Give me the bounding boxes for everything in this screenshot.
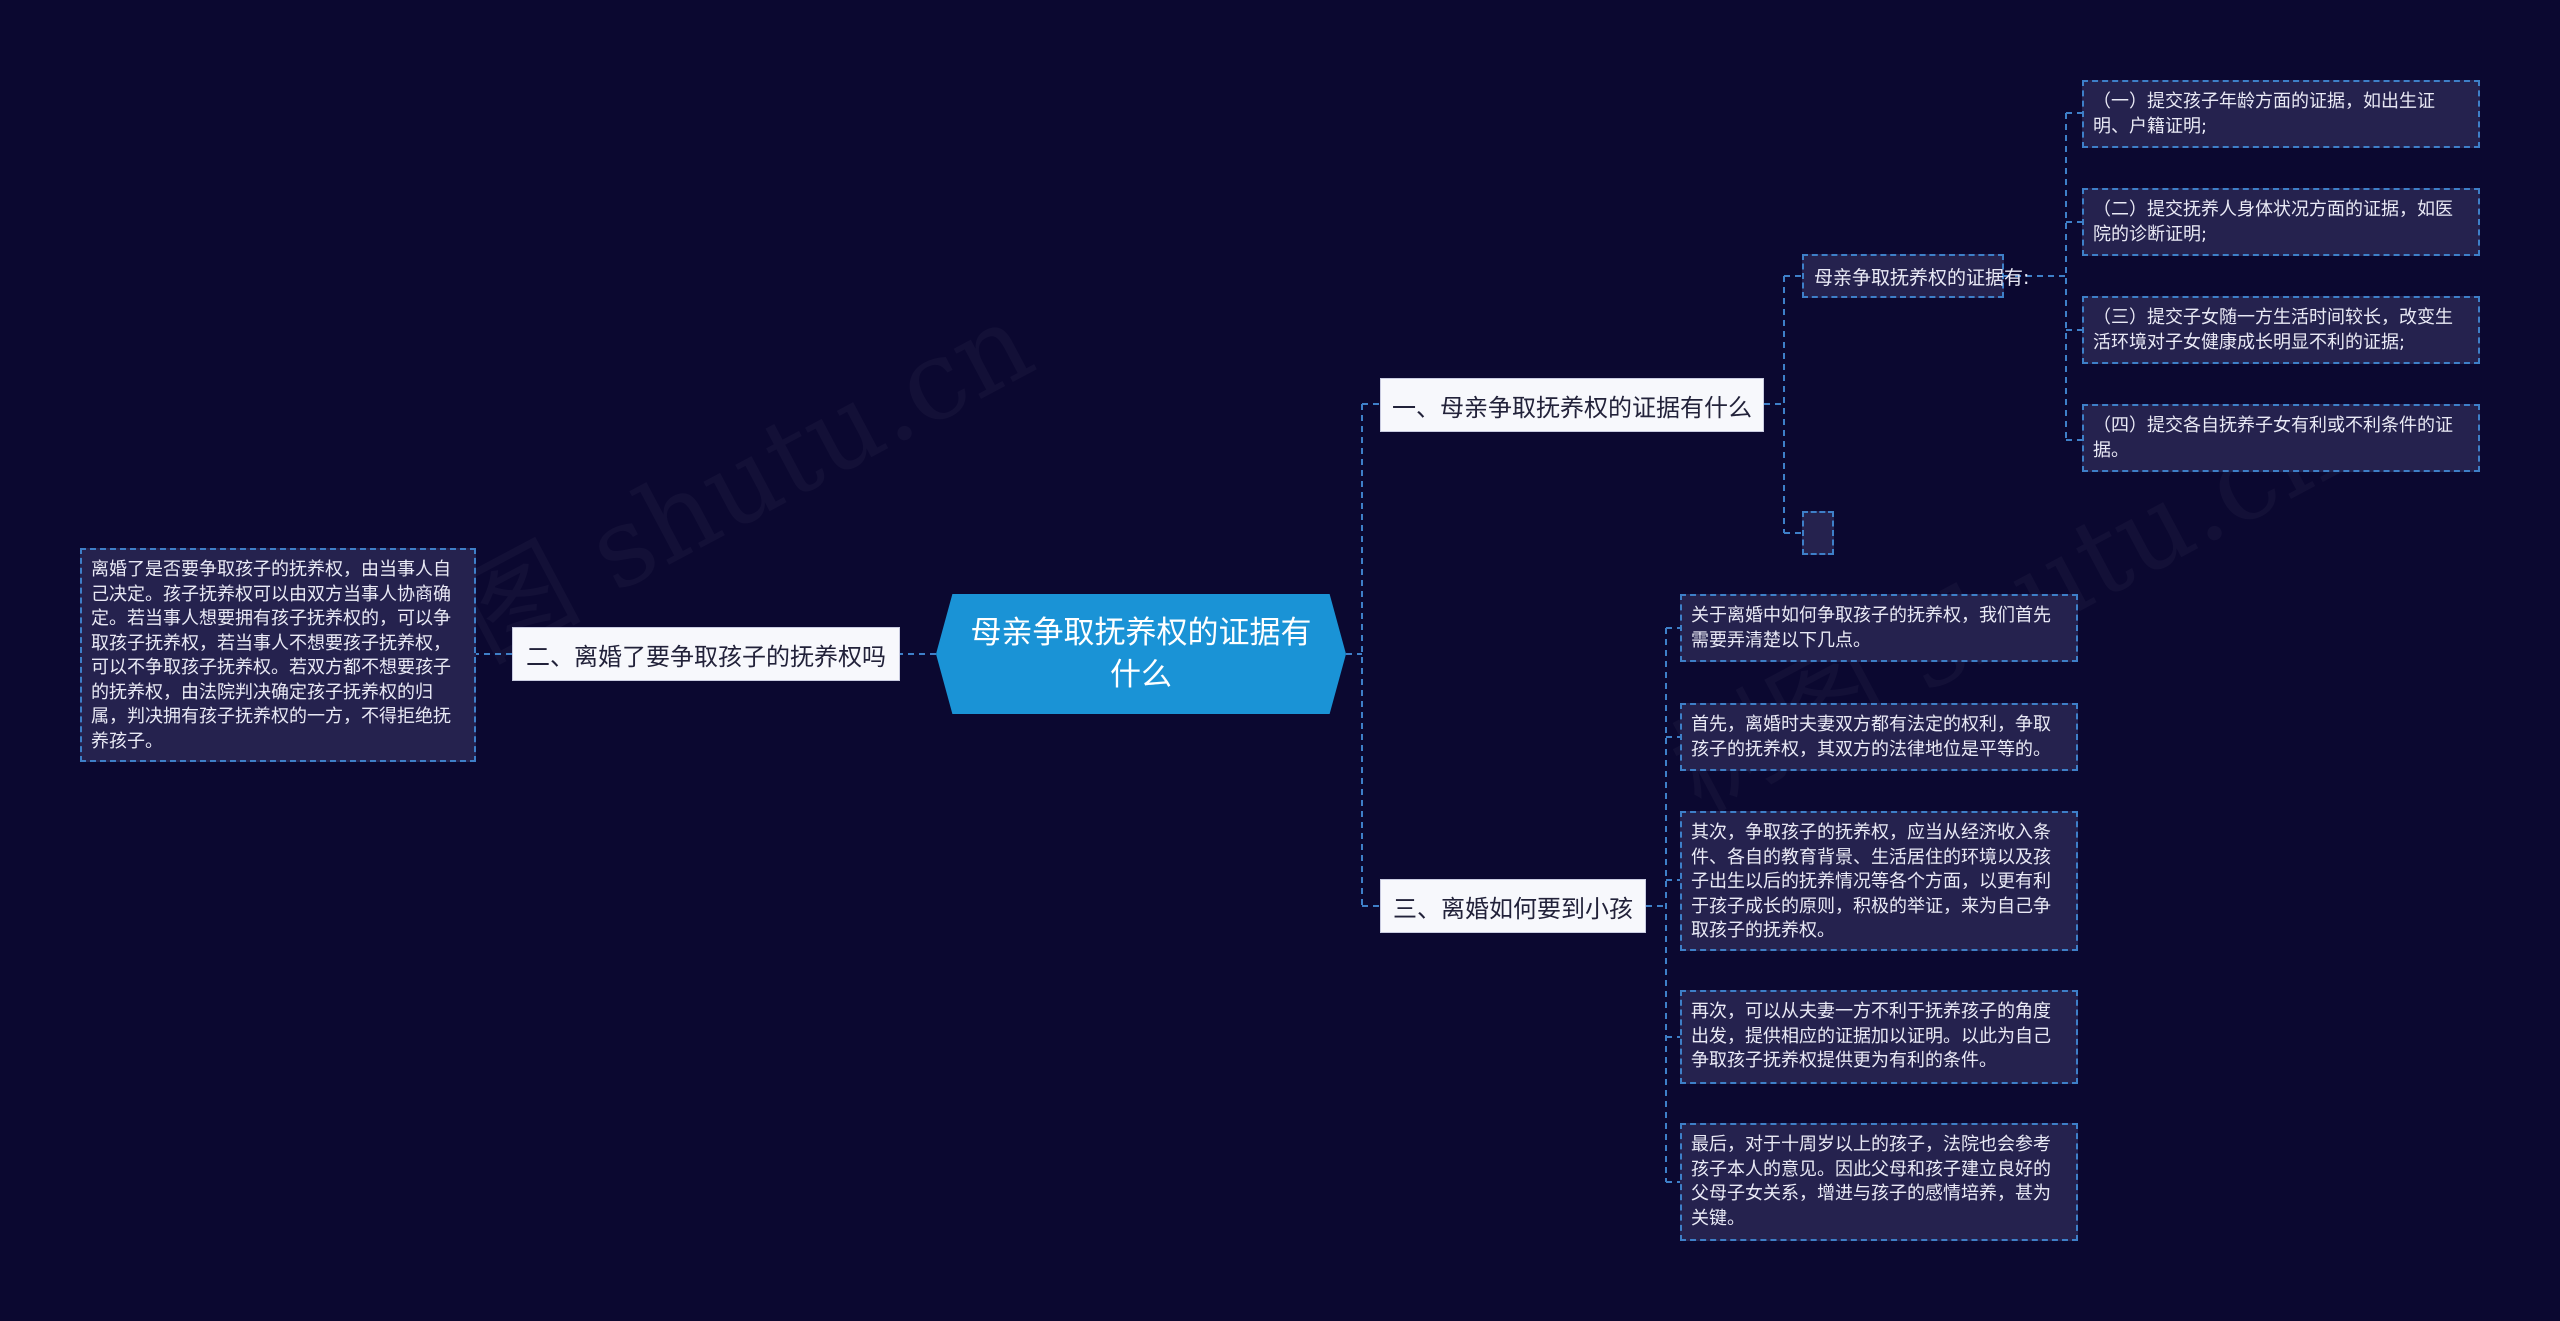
evidence-item[interactable]: （三）提交子女随一方生活时间较长，改变生活环境对子女健康成长明显不利的证据; <box>2082 296 2480 364</box>
branch-should-fight-text: 二、离婚了要争取孩子的抚养权吗 <box>526 642 886 671</box>
evidence-item-text: （一）提交孩子年龄方面的证据，如出生证明、户籍证明; <box>2093 91 2435 137</box>
child-custody-item-text: 最后，对于十周岁以上的孩子，法院也会参考孩子本人的意见。因此父母和孩子建立良好的… <box>1691 1134 2051 1229</box>
branch-should-fight[interactable]: 二、离婚了要争取孩子的抚养权吗 <box>512 627 900 681</box>
child-custody-item[interactable]: 最后，对于十周岁以上的孩子，法院也会参考孩子本人的意见。因此父母和孩子建立良好的… <box>1680 1123 2078 1241</box>
evidence-list-label-text: 母亲争取抚养权的证据有: <box>1814 266 2030 289</box>
child-custody-item-text: 首先，离婚时夫妻双方都有法定的权利，争取孩子的抚养权，其双方的法律地位是平等的。 <box>1691 714 2051 760</box>
child-custody-item-text: 关于离婚中如何争取孩子的抚养权，我们首先需要弄清楚以下几点。 <box>1691 605 2051 651</box>
branch-evidence-text: 一、母亲争取抚养权的证据有什么 <box>1392 393 1752 422</box>
branch-how-to-get-child[interactable]: 三、离婚如何要到小孩 <box>1380 879 1646 933</box>
evidence-item[interactable]: （一）提交孩子年龄方面的证据，如出生证明、户籍证明; <box>2082 80 2480 148</box>
child-custody-item[interactable]: 再次，可以从夫妻一方不利于抚养孩子的角度出发，提供相应的证据加以证明。以此为自己… <box>1680 990 2078 1084</box>
evidence-item-text: （四）提交各自抚养子女有利或不利条件的证据。 <box>2093 415 2453 461</box>
child-custody-item[interactable]: 其次，争取孩子的抚养权，应当从经济收入条件、各自的教育背景、生活居住的环境以及孩… <box>1680 811 2078 951</box>
evidence-item[interactable]: （四）提交各自抚养子女有利或不利条件的证据。 <box>2082 404 2480 472</box>
evidence-item[interactable]: （二）提交抚养人身体状况方面的证据，如医院的诊断证明; <box>2082 188 2480 256</box>
root-topic[interactable]: 母亲争取抚养权的证据有什么 <box>936 594 1346 714</box>
branch-evidence[interactable]: 一、母亲争取抚养权的证据有什么 <box>1380 378 1764 432</box>
empty-node[interactable] <box>1802 511 1834 555</box>
evidence-list-label[interactable]: 母亲争取抚养权的证据有: <box>1802 254 2029 298</box>
evidence-item-text: （三）提交子女随一方生活时间较长，改变生活环境对子女健康成长明显不利的证据; <box>2093 307 2453 353</box>
should-fight-detail-text: 离婚了是否要争取孩子的抚养权，由当事人自己决定。孩子抚养权可以由双方当事人协商确… <box>91 559 451 752</box>
root-topic-text: 母亲争取抚养权的证据有什么 <box>970 615 1312 693</box>
child-custody-item-text: 再次，可以从夫妻一方不利于抚养孩子的角度出发，提供相应的证据加以证明。以此为自己… <box>1691 1001 2051 1071</box>
child-custody-item[interactable]: 关于离婚中如何争取孩子的抚养权，我们首先需要弄清楚以下几点。 <box>1680 594 2078 662</box>
evidence-item-text: （二）提交抚养人身体状况方面的证据，如医院的诊断证明; <box>2093 199 2453 245</box>
branch-how-to-get-child-text: 三、离婚如何要到小孩 <box>1393 894 1633 923</box>
should-fight-detail[interactable]: 离婚了是否要争取孩子的抚养权，由当事人自己决定。孩子抚养权可以由双方当事人协商确… <box>80 548 476 762</box>
child-custody-item[interactable]: 首先，离婚时夫妻双方都有法定的权利，争取孩子的抚养权，其双方的法律地位是平等的。 <box>1680 703 2078 771</box>
child-custody-item-text: 其次，争取孩子的抚养权，应当从经济收入条件、各自的教育背景、生活居住的环境以及孩… <box>1691 822 2051 941</box>
